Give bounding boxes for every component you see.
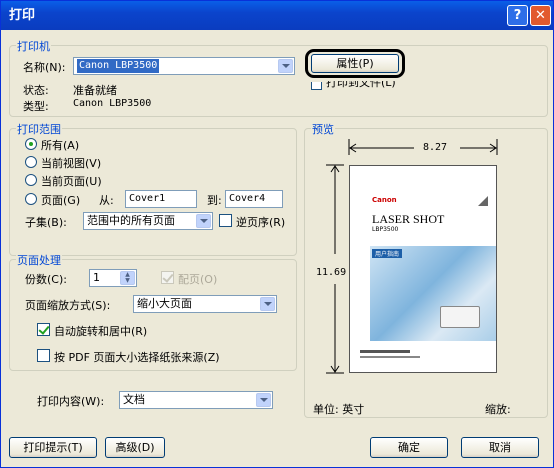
help-button[interactable]: ? xyxy=(507,5,528,26)
title-bar[interactable]: 打印 xyxy=(1,1,553,30)
print-to-file-label: 打印到文件(L) xyxy=(326,81,396,89)
preview-page: Canon LASER SHOT LBP3500 用户指南 xyxy=(349,165,497,373)
range-current-view-radio[interactable] xyxy=(25,156,37,168)
range-all-radio[interactable] xyxy=(25,138,37,150)
printer-group-label: 打印机 xyxy=(16,38,51,54)
from-input[interactable]: Cover1 xyxy=(125,190,197,208)
chevron-down-icon xyxy=(260,297,275,311)
reverse-pages-checkbox[interactable] xyxy=(219,214,232,227)
range-pages-radio[interactable] xyxy=(25,193,37,205)
preview-height-value: 11.69 xyxy=(316,267,347,278)
doc-printer-illustration-icon xyxy=(440,306,480,328)
unit-label: 单位: 英寸 xyxy=(313,403,365,416)
subset-label: 子集(B): xyxy=(25,216,67,229)
cancel-button[interactable]: 取消 xyxy=(461,437,539,458)
choose-paper-source-checkbox[interactable] xyxy=(37,349,50,362)
print-content-select[interactable]: 文档 xyxy=(119,391,273,409)
range-pages-label: 页面(G) xyxy=(41,194,81,207)
range-current-page-radio[interactable] xyxy=(25,174,37,186)
preview-width-value: 8.27 xyxy=(423,142,448,153)
print-tips-button[interactable]: 打印提示(T) xyxy=(9,437,97,458)
print-range-group-label: 打印范围 xyxy=(16,121,62,137)
subset-value: 范围中的所有页面 xyxy=(87,214,175,227)
spinner-arrows-icon: ▲ ▼ xyxy=(120,271,135,285)
to-input[interactable]: Cover4 xyxy=(225,190,283,208)
type-label: 类型: xyxy=(23,100,49,113)
dialog-title: 打印 xyxy=(9,8,36,23)
print-content-value: 文档 xyxy=(123,393,145,406)
collate-label: 配页(O) xyxy=(178,273,218,286)
range-all-label: 所有(A) xyxy=(41,139,80,152)
doc-model: LBP3500 xyxy=(372,226,399,233)
status-value: 准备就绪 xyxy=(73,84,117,97)
doc-title: LASER SHOT xyxy=(372,212,445,226)
print-to-file-checkbox[interactable] xyxy=(311,82,322,90)
printer-name-label: 名称(N): xyxy=(23,61,66,74)
advanced-button[interactable]: 高级(D) xyxy=(105,437,165,458)
doc-section: 用户指南 xyxy=(372,249,403,258)
subset-select[interactable]: 范围中的所有页面 xyxy=(83,212,213,230)
from-label: 从: xyxy=(99,194,114,207)
autorotate-checkbox[interactable] xyxy=(37,323,50,336)
properties-button[interactable]: 属性(P) xyxy=(311,54,399,73)
ok-button[interactable]: 确定 xyxy=(370,437,448,458)
page-handling-group-label: 页面处理 xyxy=(16,252,62,268)
scaling-value: 缩小大页面 xyxy=(137,297,192,310)
chevron-down-icon xyxy=(196,214,211,228)
autorotate-label: 自动旋转和居中(R) xyxy=(54,325,148,338)
status-label: 状态: xyxy=(23,84,49,97)
print-dialog: 打印 ? ✕ 打印机 名称(N): Canon LBP3500 属性(P) 状态… xyxy=(0,0,554,468)
doc-footer-text xyxy=(360,356,420,358)
print-content-label: 打印内容(W): xyxy=(37,395,105,408)
zoom-label: 缩放: xyxy=(485,403,511,416)
scaling-select[interactable]: 缩小大页面 xyxy=(133,295,277,313)
doc-logo-icon xyxy=(478,196,488,206)
copies-label: 份数(C): xyxy=(25,273,67,286)
reverse-pages-label: 逆页序(R) xyxy=(236,216,286,229)
range-current-view-label: 当前视图(V) xyxy=(41,157,102,170)
copies-spinner[interactable]: 1 ▲ ▼ xyxy=(89,269,137,287)
chevron-down-icon xyxy=(278,59,293,73)
chevron-down-icon xyxy=(256,393,271,407)
copies-value: 1 xyxy=(93,271,100,284)
range-current-page-label: 当前页面(U) xyxy=(41,175,102,188)
close-button[interactable]: ✕ xyxy=(530,5,551,26)
doc-footer-text xyxy=(360,350,410,353)
printer-name-value: Canon LBP3500 xyxy=(77,59,160,73)
scaling-label: 页面缩放方式(S): xyxy=(25,299,111,312)
type-value: Canon LBP3500 xyxy=(73,98,152,109)
doc-brand: Canon xyxy=(372,196,397,204)
to-label: 到: xyxy=(207,194,222,207)
collate-checkbox[interactable] xyxy=(161,271,174,284)
printer-name-select[interactable]: Canon LBP3500 xyxy=(73,57,295,75)
choose-paper-source-label: 按 PDF 页面大小选择纸张来源(Z) xyxy=(54,351,220,364)
